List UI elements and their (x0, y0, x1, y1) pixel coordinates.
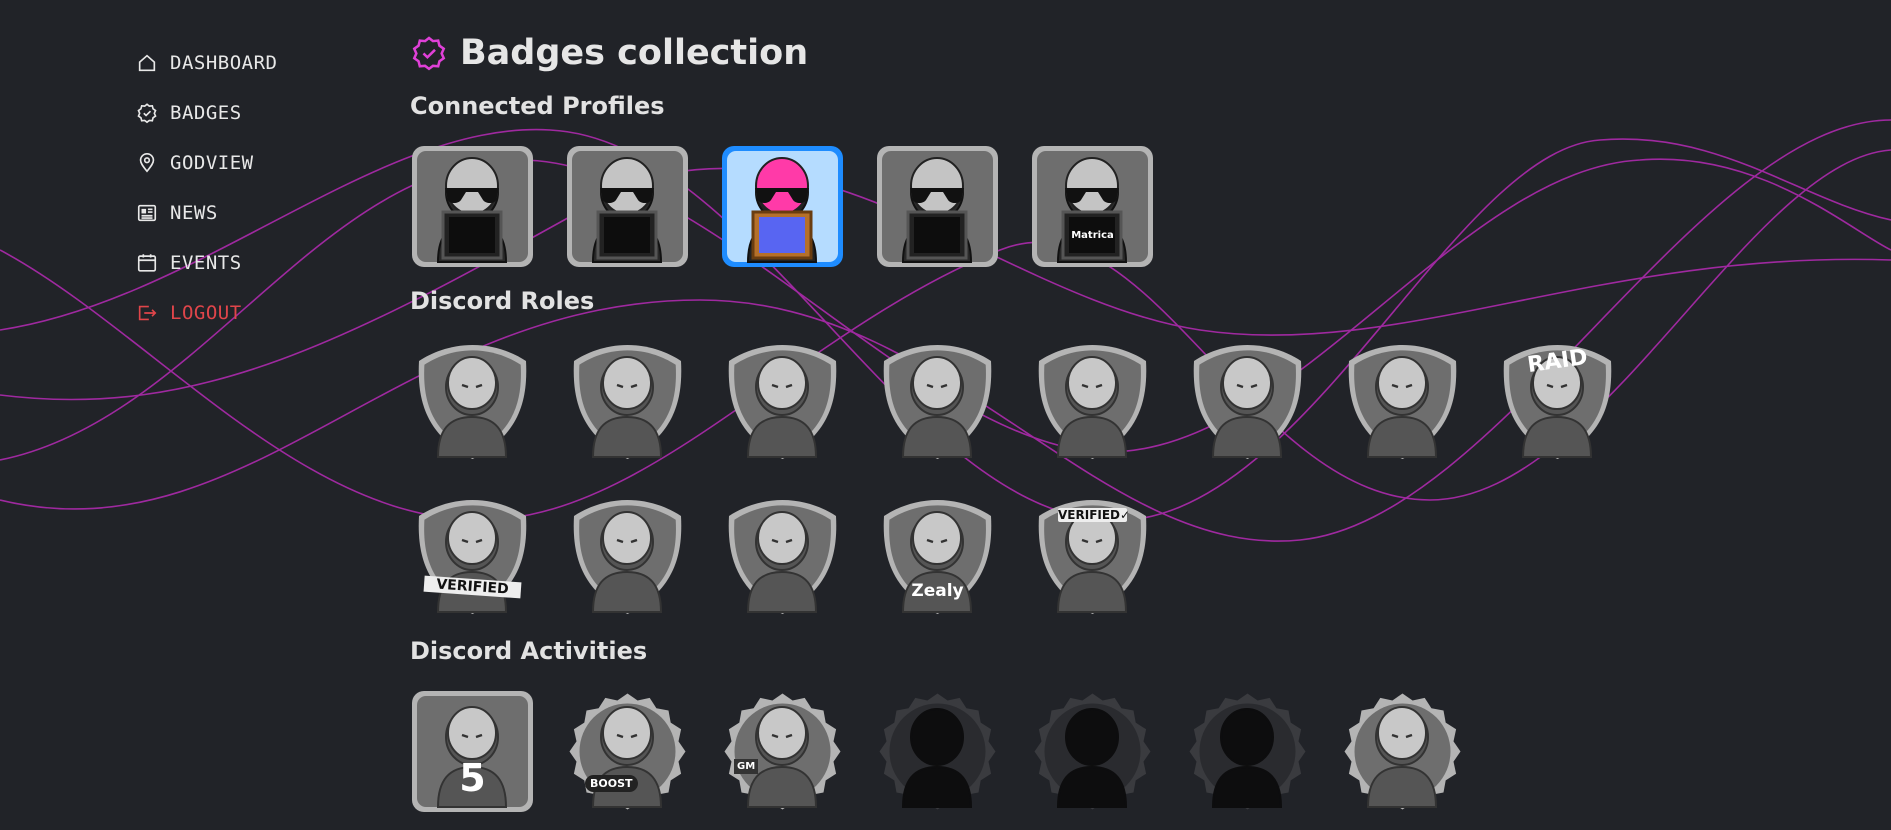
nav-label-logout: LOGOUT (170, 302, 242, 324)
galactic-role-badge[interactable] (720, 339, 845, 464)
nav-label-dashboard: DASHBOARD (170, 52, 278, 74)
swing-icon (1038, 345, 1147, 459)
level-5-badge[interactable]: 5 (410, 689, 535, 814)
gangster-icon (883, 345, 992, 459)
newspaper-icon (136, 202, 158, 224)
boost-icon (569, 693, 686, 810)
discord-roles-row-2: VERIFIED Zealy VERIFIED✓ (410, 494, 1185, 619)
sword-role-badge[interactable] (565, 494, 690, 619)
discord-roles-row-1: RAID (410, 339, 1650, 464)
discord-profile-badge[interactable] (720, 144, 845, 269)
nav-item-events[interactable]: EVENTS (136, 238, 356, 288)
verified-sign-badge[interactable]: VERIFIED✓ (1030, 494, 1155, 619)
connected-profiles-row: Matrica (410, 144, 1185, 269)
page-header: Badges collection (410, 28, 1710, 78)
page-title: Badges collection (460, 33, 809, 73)
influencer-role-badge[interactable] (1185, 339, 1310, 464)
builder-role-badge[interactable] (410, 339, 535, 464)
nav-item-dashboard[interactable]: DASHBOARD (136, 38, 356, 88)
badge-check-icon (412, 36, 446, 71)
discord-logo-icon (722, 146, 843, 267)
nav-label-events: EVENTS (170, 252, 242, 274)
badge-label: GM (734, 759, 759, 774)
telegram-profile-badge[interactable] (565, 144, 690, 269)
bomb-squad-verified-badge[interactable]: VERIFIED (410, 494, 535, 619)
badge-label: VERIFIED✓ (1058, 508, 1131, 522)
social-role-badge[interactable] (1340, 339, 1465, 464)
nav-item-news[interactable]: NEWS (136, 188, 356, 238)
badge-check-icon (136, 102, 158, 124)
nav-item-badges[interactable]: BADGES (136, 88, 356, 138)
logout-icon (136, 302, 158, 324)
badge-label: Matrica (1071, 230, 1114, 241)
gangster-role-badge[interactable] (875, 339, 1000, 464)
boost-badge[interactable]: BOOST (565, 689, 690, 814)
section-title-discord-roles: Discord Roles (410, 287, 595, 315)
silhouette-icon (1189, 693, 1306, 810)
gm-mug-icon (724, 693, 841, 810)
locked-activity-badge-3[interactable] (1185, 689, 1310, 814)
x-profile-badge[interactable] (410, 144, 535, 269)
home-icon (136, 52, 158, 74)
badge-label: 5 (459, 756, 486, 800)
swing-role-badge[interactable] (1030, 339, 1155, 464)
laptop-badge[interactable] (1340, 689, 1465, 814)
p-profile-badge[interactable] (875, 144, 1000, 269)
badge-label: BOOST (585, 775, 638, 792)
section-title-discord-activities: Discord Activities (410, 637, 648, 665)
main-content: Badges collection Connected Profiles Mat… (410, 28, 1710, 812)
matrica-logo-icon (1032, 146, 1153, 267)
nav-item-logout[interactable]: LOGOUT (136, 288, 356, 338)
astronaut-role-badge[interactable] (565, 339, 690, 464)
peaky-role-badge[interactable] (720, 494, 845, 619)
x-logo-icon (412, 146, 533, 267)
flat-cap-icon (728, 500, 837, 614)
locked-activity-badge-1[interactable] (875, 689, 1000, 814)
astronaut-icon (573, 345, 682, 459)
telegram-logo-icon (567, 146, 688, 267)
builder-icon (418, 345, 527, 459)
map-pin-icon (136, 152, 158, 174)
sidebar-nav: DASHBOARD BADGES GODVIEW NEWS EVENTS LOG… (136, 38, 356, 338)
sword-icon (573, 500, 682, 614)
zealy-role-badge[interactable]: Zealy (875, 494, 1000, 619)
silhouette-icon (879, 693, 996, 810)
laptop-icon (1344, 693, 1461, 810)
calendar-icon (136, 252, 158, 274)
nav-label-news: NEWS (170, 202, 218, 224)
bomb-suit-icon (418, 500, 527, 614)
matrica-profile-badge[interactable]: Matrica (1030, 144, 1155, 269)
nav-label-badges: BADGES (170, 102, 242, 124)
nav-label-godview: GODVIEW (170, 152, 254, 174)
raid-role-badge[interactable]: RAID (1495, 339, 1620, 464)
selfie-girl-icon (1193, 345, 1302, 459)
phone-guy-icon (1348, 345, 1457, 459)
badge-label: Zealy (911, 581, 964, 601)
section-title-connected-profiles: Connected Profiles (410, 92, 665, 120)
spacesuit-icon (728, 345, 837, 459)
nav-item-godview[interactable]: GODVIEW (136, 138, 356, 188)
discord-activities-row: 5 BOOST GM (410, 689, 1495, 814)
gm-badge[interactable]: GM (720, 689, 845, 814)
silhouette-icon (1034, 693, 1151, 810)
locked-activity-badge-2[interactable] (1030, 689, 1155, 814)
p-logo-icon (877, 146, 998, 267)
